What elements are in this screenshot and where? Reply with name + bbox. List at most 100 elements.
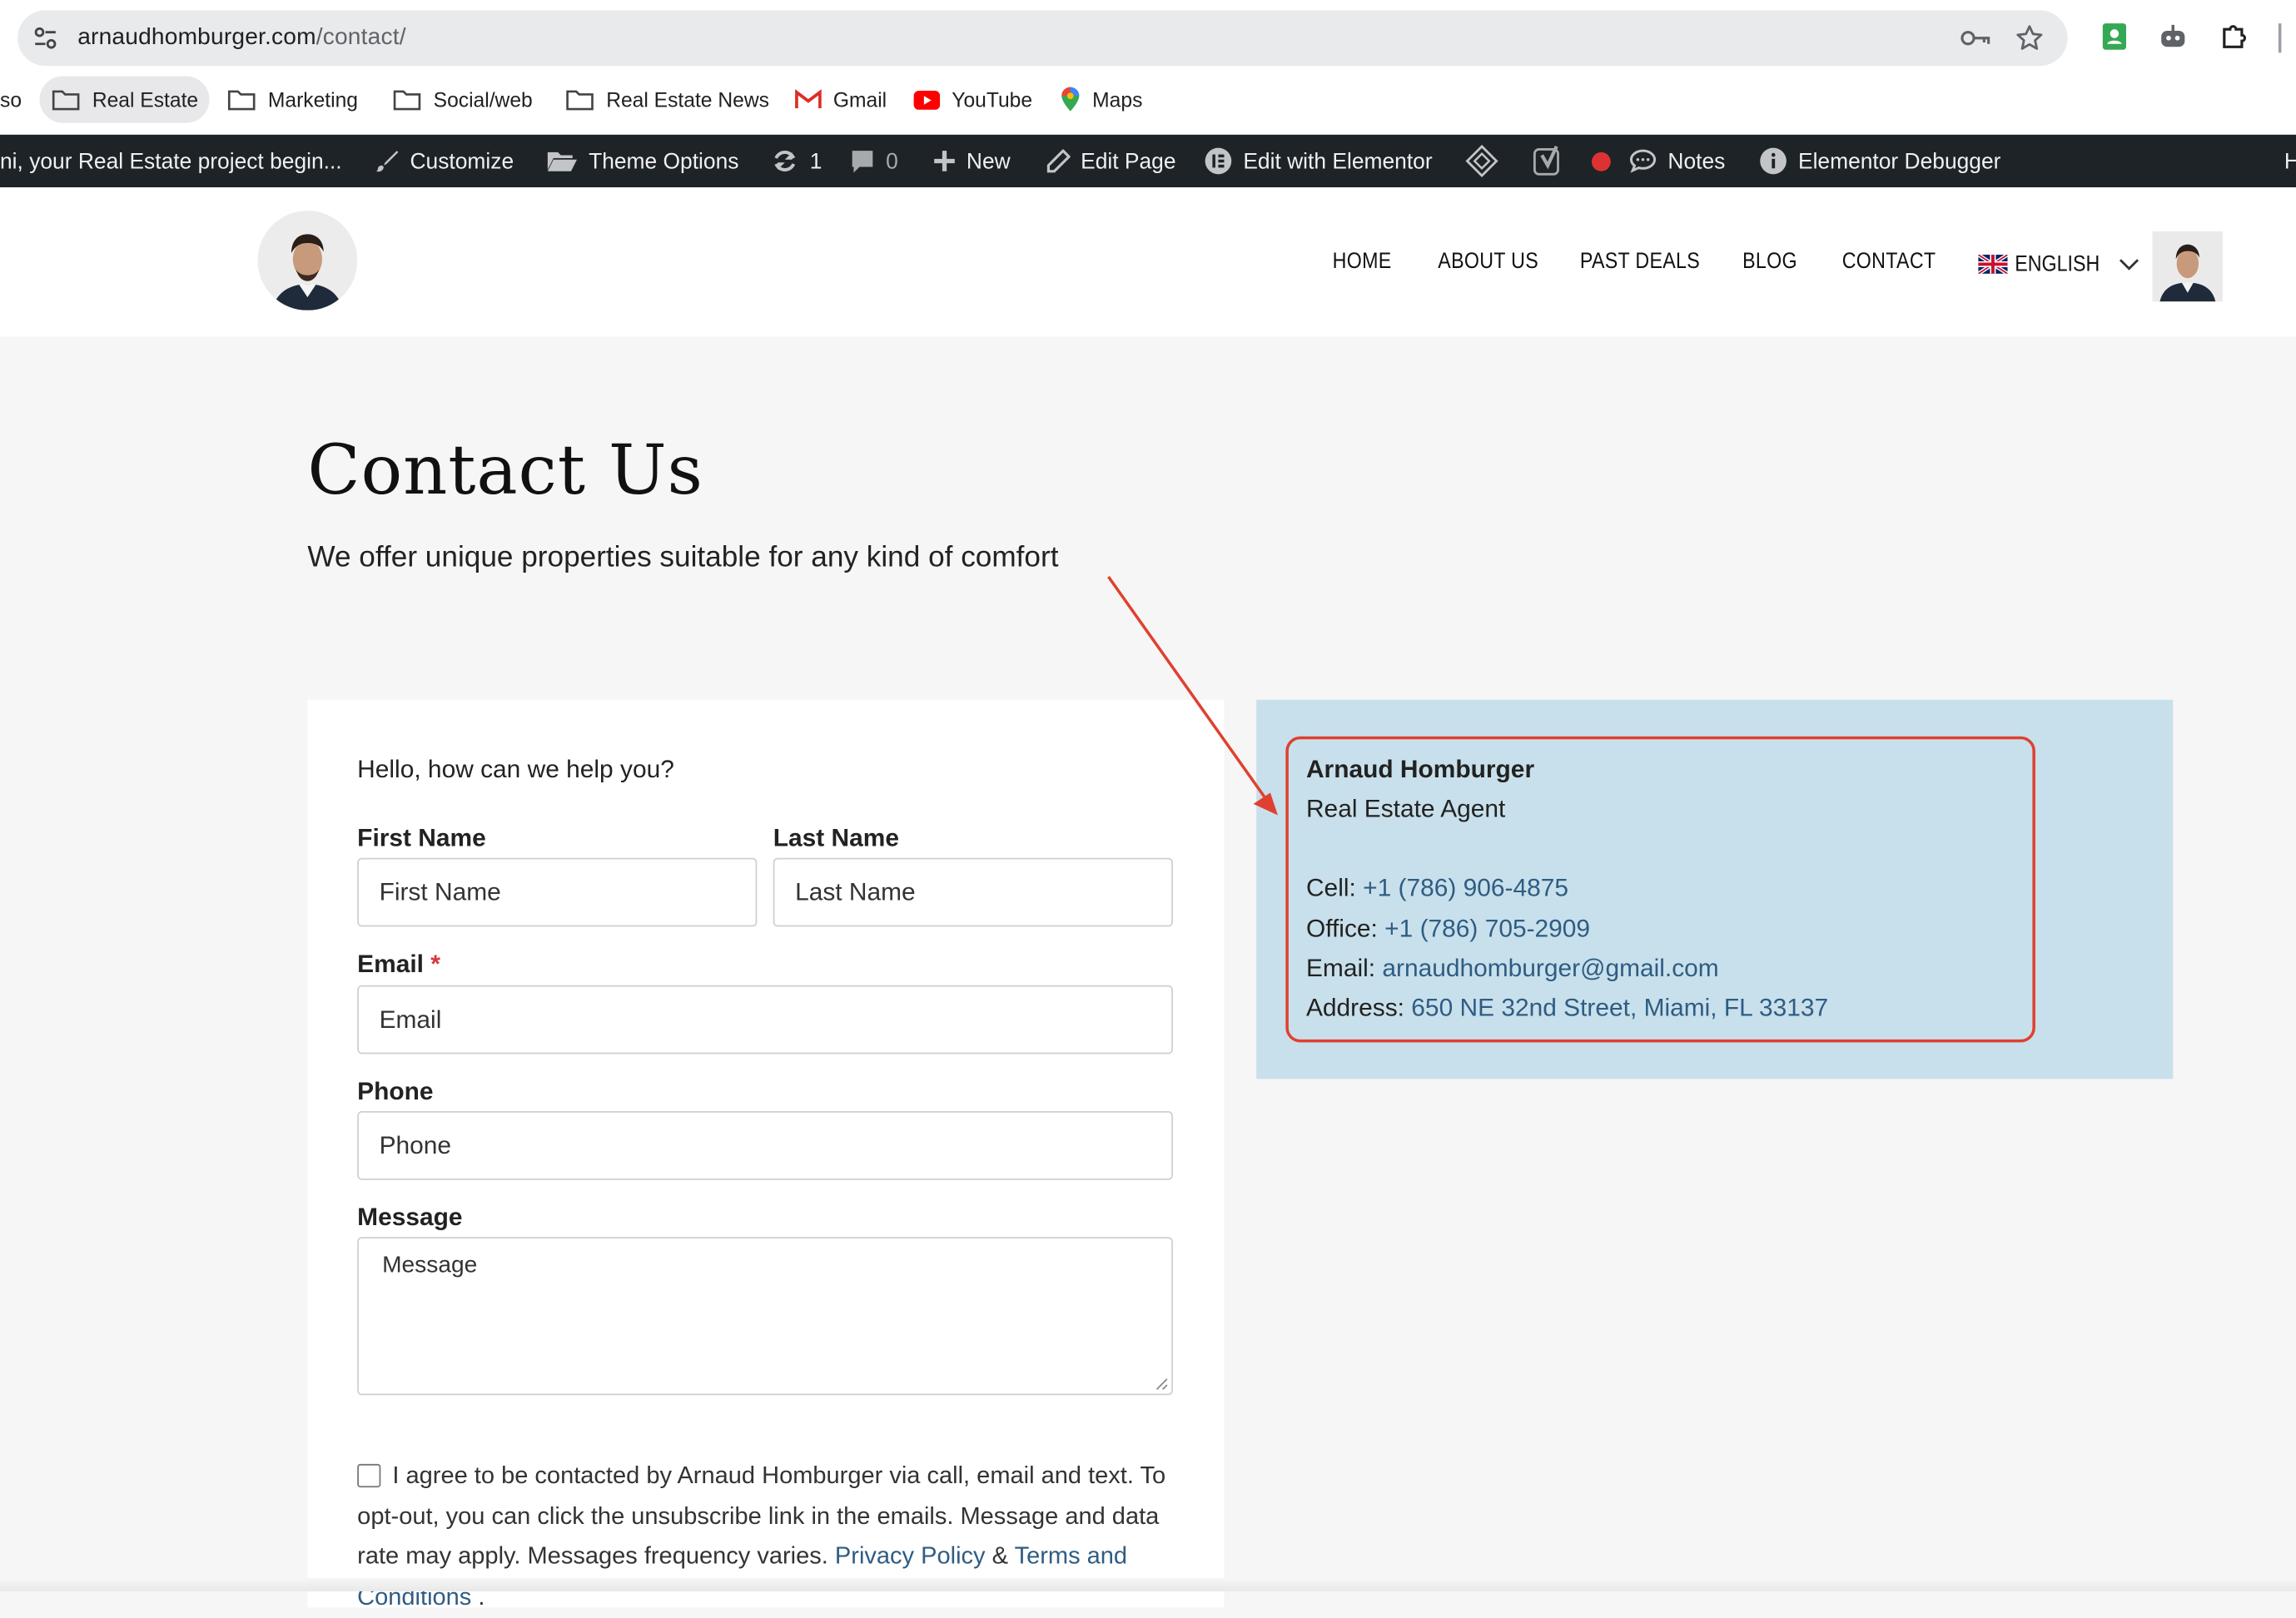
nav-past-deals[interactable]: PAST DEALS bbox=[1580, 249, 1700, 278]
bookmark-real-estate-news[interactable]: Real Estate News bbox=[565, 76, 769, 122]
email-line: Email: arnaudhomburger@gmail.com bbox=[1306, 955, 1719, 984]
bookmarks-bar: so Real Estate Marketing Social/web Real… bbox=[0, 76, 2296, 123]
url-text[interactable]: arnaudhomburger.com/contact/ bbox=[77, 25, 405, 52]
admin-comments[interactable]: 0 bbox=[849, 135, 898, 187]
admin-edit-elementor-label: Edit with Elementor bbox=[1243, 148, 1433, 174]
admin-theme-options[interactable]: Theme Options bbox=[546, 135, 738, 187]
bookmark-label: Real Estate bbox=[92, 87, 199, 112]
office-link[interactable]: +1 (786) 705-2909 bbox=[1384, 915, 1590, 942]
agent-name: Arnaud Homburger bbox=[1306, 756, 1534, 785]
bookmark-gmail[interactable]: Gmail bbox=[795, 76, 887, 122]
cell-link[interactable]: +1 (786) 906-4875 bbox=[1363, 874, 1568, 901]
bottom-shade bbox=[0, 1578, 2296, 1591]
message-placeholder: Message bbox=[382, 1253, 478, 1278]
bookmark-label: Gmail bbox=[832, 87, 887, 112]
admin-edit-page[interactable]: Edit Page bbox=[1046, 135, 1176, 187]
key-icon[interactable] bbox=[1959, 25, 1991, 52]
admin-diamond-tool[interactable] bbox=[1464, 135, 1499, 187]
extensions-puzzle-icon[interactable] bbox=[2219, 21, 2251, 53]
bookmark-marketing[interactable]: Marketing bbox=[227, 76, 358, 122]
address-bar[interactable]: arnaudhomburger.com/contact/ bbox=[17, 10, 2068, 67]
bookmark-real-estate[interactable]: Real Estate bbox=[39, 76, 211, 123]
address-label: Address: bbox=[1305, 994, 1404, 1022]
admin-overflow-item[interactable]: H bbox=[2284, 135, 2296, 187]
nav-home[interactable]: HOME bbox=[1333, 249, 1392, 278]
folder-icon bbox=[52, 90, 80, 111]
refresh-icon bbox=[774, 151, 796, 171]
nav-about-us[interactable]: ABOUT US bbox=[1438, 249, 1538, 278]
admin-overflow-label: H bbox=[2284, 149, 2296, 174]
email-link[interactable]: arnaudhomburger@gmail.com bbox=[1382, 955, 1718, 982]
cell-label: Cell: bbox=[1305, 874, 1356, 902]
logo-avatar[interactable] bbox=[257, 211, 358, 310]
phone-input[interactable]: Phone bbox=[357, 1111, 1173, 1180]
bookmark-social-web[interactable]: Social/web bbox=[392, 76, 533, 122]
email-input[interactable]: Email bbox=[357, 985, 1173, 1055]
first-name-placeholder: First Name bbox=[379, 877, 501, 906]
browser-chrome: arnaudhomburger.com/contact/ so Real Est… bbox=[0, 0, 2296, 135]
user-avatar[interactable] bbox=[2152, 231, 2224, 302]
admin-yoast[interactable] bbox=[1533, 135, 1611, 187]
site-settings-icon[interactable] bbox=[32, 25, 59, 52]
diamond-icon bbox=[1465, 144, 1498, 178]
yoast-icon bbox=[1533, 146, 1559, 176]
url-path: /contact/ bbox=[316, 24, 406, 50]
admin-updates[interactable]: 1 bbox=[770, 135, 822, 187]
email-label-text: Email bbox=[357, 950, 424, 978]
bookmark-label: so bbox=[0, 87, 22, 112]
comment-icon bbox=[852, 150, 873, 172]
admin-new[interactable]: New bbox=[932, 135, 1011, 187]
bookmark-so[interactable]: so bbox=[0, 76, 22, 122]
office-line: Office: +1 (786) 705-2909 bbox=[1306, 915, 1590, 944]
page-subtitle: We offer unique properties suitable for … bbox=[307, 541, 1059, 574]
language-label: ENGLISH bbox=[2015, 251, 2100, 276]
last-name-input[interactable]: Last Name bbox=[773, 857, 1173, 927]
bookmark-label: Marketing bbox=[267, 87, 359, 112]
agent-name-text: Arnaud Homburger bbox=[1305, 755, 1535, 784]
message-label: Message bbox=[357, 1203, 463, 1232]
nav-blog[interactable]: BLOG bbox=[1742, 249, 1797, 278]
info-icon bbox=[1760, 147, 1787, 175]
address-link[interactable]: 650 NE 32nd Street, Miami, FL 33137 bbox=[1411, 994, 1828, 1021]
star-icon[interactable] bbox=[2015, 23, 2044, 52]
nav-contact[interactable]: CONTACT bbox=[1842, 249, 1936, 278]
page-title: Contact Us bbox=[307, 430, 703, 511]
admin-elementor-debugger[interactable]: Elementor Debugger bbox=[1758, 135, 2000, 187]
language-switcher[interactable]: ENGLISH bbox=[1978, 249, 2139, 278]
privacy-policy-link[interactable]: Privacy Policy bbox=[835, 1543, 986, 1570]
first-name-input[interactable]: First Name bbox=[357, 857, 758, 927]
last-name-placeholder: Last Name bbox=[795, 877, 916, 906]
uk-flag-icon bbox=[1978, 254, 2008, 274]
folder-icon bbox=[227, 90, 256, 111]
maps-icon bbox=[1061, 87, 1080, 112]
bookmark-maps[interactable]: Maps bbox=[1060, 76, 1142, 122]
consent-amp: & bbox=[991, 1542, 1009, 1570]
portrait-image bbox=[257, 211, 358, 310]
brush-icon bbox=[376, 151, 399, 172]
admin-theme-options-label: Theme Options bbox=[589, 148, 739, 174]
admin-customize[interactable]: Customize bbox=[374, 135, 514, 187]
email-label: Email * bbox=[357, 950, 440, 980]
chevron-down-icon bbox=[2119, 258, 2139, 270]
robot-extension-icon[interactable] bbox=[2157, 21, 2189, 53]
admin-edit-elementor[interactable]: Edit with Elementor bbox=[1204, 135, 1433, 187]
portrait-image-small bbox=[2152, 231, 2224, 302]
resize-handle-icon[interactable] bbox=[1154, 1376, 1169, 1391]
seo-status-dot bbox=[1591, 151, 1611, 171]
agent-role: Real Estate Agent bbox=[1305, 795, 1506, 823]
admin-site-name[interactable]: ni, your Real Estate project begin... bbox=[0, 135, 342, 187]
required-asterisk: * bbox=[430, 950, 440, 978]
form-intro: Hello, how can we help you? bbox=[357, 755, 674, 784]
bookmark-youtube[interactable]: YouTube bbox=[913, 76, 1032, 122]
cell-line: Cell: +1 (786) 906-4875 bbox=[1306, 874, 1568, 903]
message-textarea[interactable]: Message bbox=[357, 1237, 1173, 1396]
plus-icon bbox=[934, 151, 955, 171]
folder-icon bbox=[393, 90, 421, 111]
bookmark-label: Real Estate News bbox=[606, 87, 769, 112]
info-email-label: Email: bbox=[1305, 954, 1376, 983]
folder-open-icon bbox=[547, 151, 578, 171]
gmail-icon bbox=[795, 89, 822, 109]
admin-notes[interactable]: Notes bbox=[1628, 135, 1725, 187]
admin-notes-label: Notes bbox=[1667, 148, 1726, 174]
contacts-extension-icon[interactable] bbox=[2099, 21, 2131, 53]
